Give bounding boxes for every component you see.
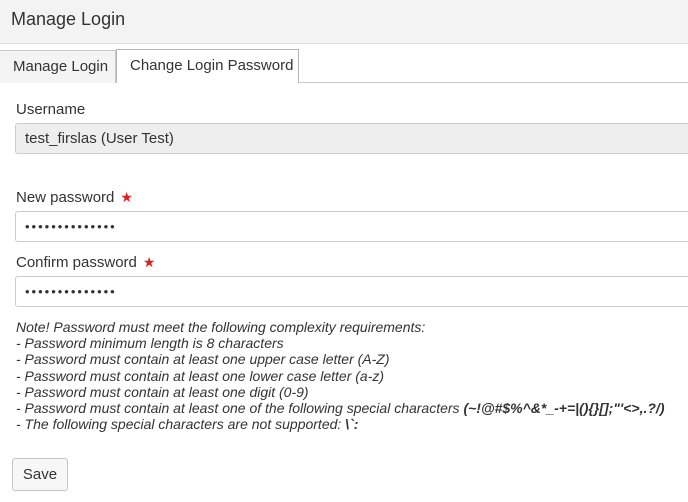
note-rule: - Password must contain at least one dig… xyxy=(16,383,309,400)
new-password-label-text: New password xyxy=(16,189,115,206)
tab-manage-login[interactable]: Manage Login xyxy=(0,50,116,83)
tab-change-login-password[interactable]: Change Login Password xyxy=(116,49,299,83)
note-unsupported-chars: \`: xyxy=(345,416,359,433)
page-title: Manage Login xyxy=(11,9,126,29)
required-star-icon: ★ xyxy=(120,189,133,205)
password-requirements-note: Note! Password must meet the following c… xyxy=(16,319,688,432)
note-rule-special: - Password must contain at least one of … xyxy=(16,400,688,416)
confirm-password-label: Confirm password ★ xyxy=(16,254,155,271)
required-star-icon: ★ xyxy=(142,254,156,270)
note-rule: - Password must contain at least one low… xyxy=(16,367,385,384)
new-password-label: New password ★ xyxy=(16,189,133,206)
save-button[interactable]: Save xyxy=(12,458,68,491)
username-label: Username xyxy=(16,101,86,118)
username-field: test_firslas (User Test) xyxy=(15,123,688,154)
confirm-password-field[interactable]: •••••••••••••• xyxy=(15,276,688,307)
note-rule: - Password minimum length is 8 character… xyxy=(16,335,284,352)
confirm-password-label-text: Confirm password xyxy=(16,254,137,271)
note-special-chars: (~!@#$%^&*_-+=|(){}[];"'<>,.?/) xyxy=(463,400,665,417)
note-rule-unsupported: - The following special characters are n… xyxy=(16,416,688,432)
tab-strip: Manage Login Change Login Password xyxy=(0,47,688,83)
new-password-field[interactable]: •••••••••••••• xyxy=(15,211,688,242)
page-header: Manage Login xyxy=(0,0,688,44)
note-intro: Note! Password must meet the following c… xyxy=(16,319,426,335)
note-special-prefix: - Password must contain at least one of … xyxy=(16,400,464,417)
note-rule: - Password must contain at least one upp… xyxy=(16,351,390,368)
note-unsupported-prefix: - The following special characters are n… xyxy=(16,416,346,433)
